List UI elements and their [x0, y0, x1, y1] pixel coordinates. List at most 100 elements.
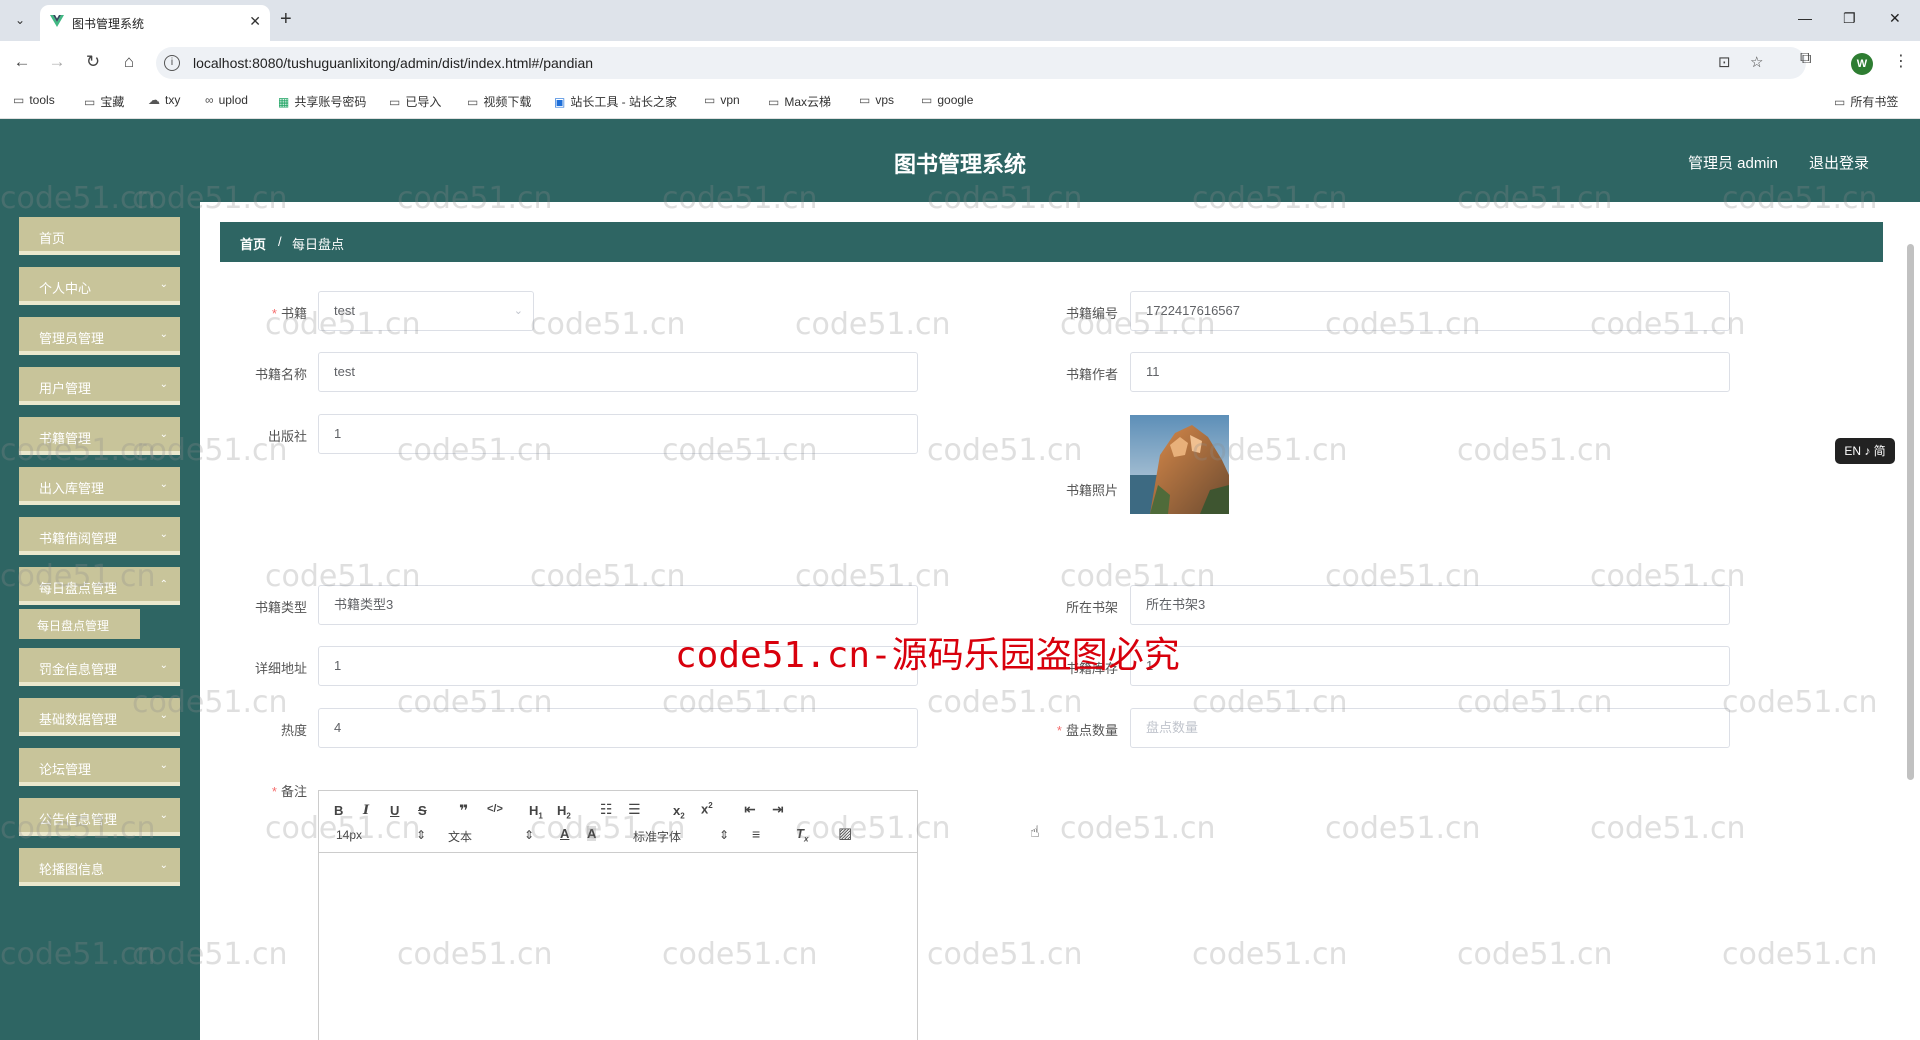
address-label: 详细地址: [254, 661, 307, 676]
count-label: * 盘点数量: [1056, 723, 1118, 738]
bookmark-item[interactable]: ☁ txy: [148, 93, 180, 107]
url-text: localhost:8080/tushuguanlixitong/admin/d…: [193, 55, 594, 71]
ordered-list-icon[interactable]: ☷: [600, 801, 613, 818]
bullet-list-icon[interactable]: ☰: [628, 801, 641, 818]
font-color-icon[interactable]: A: [560, 826, 569, 841]
shelf-label: 所在书架: [1065, 600, 1118, 615]
image-icon[interactable]: ▨: [838, 824, 852, 842]
sidebar-item-notices[interactable]: 公告信息管理 ⌄: [19, 798, 180, 836]
bookmark-item[interactable]: ∞ uplod: [205, 93, 248, 107]
vue-favicon-icon: [50, 15, 64, 27]
bold-icon[interactable]: B: [334, 803, 343, 818]
sidebar-item-home[interactable]: 首页: [19, 217, 180, 255]
sidebar-subitem-daily-inventory[interactable]: 每日盘点管理: [19, 609, 140, 639]
sidebar-item-admins[interactable]: 管理员管理 ⌄: [19, 317, 180, 355]
reload-icon[interactable]: ↻: [82, 52, 104, 72]
h2-icon[interactable]: H2: [557, 803, 571, 821]
bookmark-item[interactable]: ▦ 共享账号密码: [278, 93, 366, 110]
code-icon[interactable]: </>: [487, 803, 503, 815]
language-toggle[interactable]: EN ♪ 简: [1835, 438, 1895, 464]
sidebar-item-profile[interactable]: 个人中心 ⌄: [19, 267, 180, 305]
folder-icon: ▭: [84, 95, 96, 109]
watermark-tile: code51.cn: [927, 685, 1083, 720]
system-title: 图书管理系统: [893, 152, 1026, 177]
tab-close-icon[interactable]: ✕: [249, 13, 261, 30]
font-family-select[interactable]: 标准字体 ⇕: [633, 828, 729, 845]
indent-icon[interactable]: ⇥: [772, 801, 784, 818]
shelf-field[interactable]: 所在书架3: [1130, 585, 1730, 625]
sidebar-item-stock[interactable]: 出入库管理 ⌄: [19, 467, 180, 505]
tab-list-button[interactable]: ⌄: [8, 8, 32, 32]
underline-icon[interactable]: U: [390, 803, 399, 818]
italic-icon[interactable]: I: [363, 803, 369, 818]
remark-label: * 备注: [271, 784, 307, 799]
subscript-icon[interactable]: x2: [673, 803, 685, 821]
site-info-icon[interactable]: i: [164, 55, 180, 71]
bookmark-item[interactable]: ▭ google: [921, 93, 973, 107]
browser-menu-icon[interactable]: ⋮: [1893, 51, 1909, 71]
browser-tab[interactable]: 图书管理系统 ✕: [40, 5, 270, 41]
bookmark-item[interactable]: ▭ 宝藏: [84, 93, 124, 110]
strike-icon[interactable]: S: [418, 803, 427, 818]
outdent-icon[interactable]: ⇤: [744, 801, 756, 818]
minimize-icon[interactable]: —: [1798, 10, 1812, 26]
book-label: * 书籍: [271, 306, 307, 321]
sidebar-item-fines[interactable]: 罚金信息管理 ⌄: [19, 648, 180, 686]
blockquote-icon[interactable]: ❞: [459, 801, 468, 821]
book-select[interactable]: test ⌄: [318, 291, 534, 331]
coastal-photo-image: [1130, 415, 1229, 514]
align-icon[interactable]: ≡: [752, 826, 760, 842]
profile-avatar[interactable]: W: [1851, 53, 1873, 75]
sidebar-item-forum[interactable]: 论坛管理 ⌄: [19, 748, 180, 786]
bookmark-star-icon[interactable]: ☆: [1750, 53, 1763, 71]
sidebar-item-borrow[interactable]: 书籍借阅管理 ⌄: [19, 517, 180, 555]
bookmark-item[interactable]: ▭ vpn: [704, 93, 740, 107]
author-field[interactable]: 11: [1130, 352, 1730, 392]
watermark-tile: code51.cn: [927, 433, 1083, 468]
home-icon[interactable]: ⌂: [118, 52, 140, 72]
sidebar-item-base-data[interactable]: 基础数据管理 ⌄: [19, 698, 180, 736]
sidebar-item-books[interactable]: 书籍管理 ⌄: [19, 417, 180, 455]
sidebar-item-users[interactable]: 用户管理 ⌄: [19, 367, 180, 405]
sidebar-item-carousel[interactable]: 轮播图信息 ⌄: [19, 848, 180, 886]
folder-icon: ▭: [1834, 95, 1846, 109]
scrollbar-thumb[interactable]: [1907, 244, 1914, 780]
clean-format-icon[interactable]: Tx: [796, 826, 808, 844]
book-photo[interactable]: [1130, 415, 1229, 514]
remark-editor[interactable]: B I U S ❞ </> H1 H2 ☷ ☰ x2 x2 ⇤ ⇥ 14px ⇕ …: [318, 790, 918, 1040]
h1-icon[interactable]: H1: [529, 803, 543, 821]
book-name-field[interactable]: test: [318, 352, 918, 392]
publisher-field[interactable]: 1: [318, 414, 918, 454]
sidebar-item-inventory[interactable]: 每日盘点管理 ⌃: [19, 567, 180, 605]
address-bar[interactable]: i localhost:8080/tushuguanlixitong/admin…: [156, 47, 1806, 79]
back-icon[interactable]: ←: [11, 52, 33, 72]
book-no-field[interactable]: 1722417616567: [1130, 291, 1730, 331]
bookmark-item[interactable]: ▭ 已导入: [389, 93, 441, 110]
bookmark-item[interactable]: ▣ 站长工具 - 站长之家: [554, 93, 677, 110]
all-bookmarks[interactable]: ▭ 所有书签: [1834, 93, 1898, 110]
bookmark-item[interactable]: ▭ tools: [13, 93, 55, 107]
bookmark-item[interactable]: ▭ 视频下载: [467, 93, 531, 110]
heat-field[interactable]: 4: [318, 708, 918, 748]
type-field[interactable]: 书籍类型3: [318, 585, 918, 625]
stock-field[interactable]: 1: [1130, 646, 1730, 686]
logout-button[interactable]: 退出登录: [1809, 152, 1869, 173]
background-color-icon[interactable]: A: [587, 826, 597, 841]
new-tab-button[interactable]: +: [280, 8, 292, 30]
count-input[interactable]: 盘点数量: [1130, 708, 1730, 748]
watermark-tile: code51.cn: [1722, 685, 1878, 720]
close-window-icon[interactable]: ✕: [1889, 10, 1901, 27]
restore-icon[interactable]: ❐: [1843, 10, 1856, 27]
breadcrumb-separator: /: [278, 234, 282, 249]
folder-icon: ▭: [859, 93, 871, 107]
extensions-icon[interactable]: ⧉: [1800, 50, 1811, 68]
superscript-icon[interactable]: x2: [701, 801, 713, 816]
translate-icon[interactable]: ⊡: [1718, 53, 1731, 71]
font-size-select[interactable]: 14px ⇕: [336, 828, 426, 842]
select-arrows-icon: ⇕: [719, 828, 730, 842]
bookmark-item[interactable]: ▭ Max云梯: [768, 93, 831, 110]
forward-icon[interactable]: →: [46, 52, 68, 72]
header-select[interactable]: 文本 ⇕: [448, 828, 534, 845]
bookmark-item[interactable]: ▭ vps: [859, 93, 894, 107]
breadcrumb-home[interactable]: 首页: [240, 234, 266, 253]
